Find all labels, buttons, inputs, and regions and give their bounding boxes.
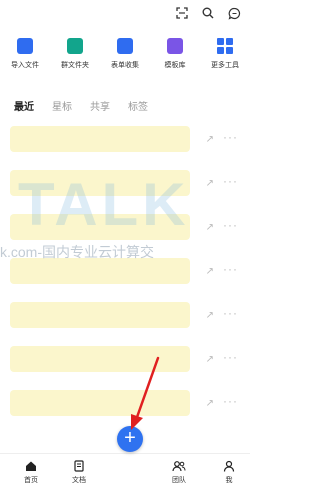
list-item[interactable]: ↗ ··· — [0, 164, 250, 208]
nav-docs[interactable]: 文档 — [64, 460, 94, 485]
import-icon — [17, 38, 33, 54]
tool-more-tools[interactable]: 更多工具 — [201, 38, 249, 78]
list-item[interactable]: ↗ ··· — [0, 208, 250, 252]
tool-label: 更多工具 — [211, 62, 239, 69]
tool-label: 表单收集 — [111, 62, 139, 69]
tab-tags[interactable]: 标签 — [128, 98, 148, 113]
file-tabs: 最近 星标 共享 标签 — [14, 98, 148, 113]
list-item[interactable]: ↗ ··· — [0, 340, 250, 384]
nav-label: 团队 — [172, 477, 186, 484]
redacted-content — [10, 170, 190, 196]
nav-team[interactable]: 团队 — [164, 460, 194, 485]
list-item[interactable]: ↗ ··· — [0, 252, 250, 296]
form-icon — [117, 38, 133, 54]
nav-label: 文档 — [72, 477, 86, 484]
user-icon — [223, 460, 235, 472]
share-icon[interactable]: ↗ — [206, 178, 214, 189]
share-icon[interactable]: ↗ — [206, 310, 214, 321]
doc-icon — [74, 460, 84, 472]
top-bar — [0, 0, 250, 28]
nav-home[interactable]: 首页 — [16, 460, 46, 485]
more-options-icon[interactable]: ··· — [223, 306, 238, 320]
quick-tools: 导入文件 群文件夹 表单收集 模板库 更多工具 — [0, 38, 250, 78]
list-item[interactable]: ↗ ··· — [0, 296, 250, 340]
tool-label: 导入文件 — [11, 62, 39, 69]
more-options-icon[interactable]: ··· — [223, 174, 238, 188]
tab-starred[interactable]: 星标 — [52, 98, 72, 113]
more-options-icon[interactable]: ··· — [223, 350, 238, 364]
redacted-content — [10, 390, 190, 416]
more-tools-icon — [217, 38, 233, 54]
share-icon[interactable]: ↗ — [206, 354, 214, 365]
redacted-content — [10, 214, 190, 240]
home-icon — [26, 461, 36, 471]
more-options-icon[interactable]: ··· — [223, 218, 238, 232]
tab-shared[interactable]: 共享 — [90, 98, 110, 113]
nav-label: 我 — [225, 477, 233, 484]
tool-template-library[interactable]: 模板库 — [151, 38, 199, 78]
search-icon[interactable] — [200, 5, 216, 21]
chat-icon[interactable] — [226, 5, 242, 21]
more-options-icon[interactable]: ··· — [223, 262, 238, 276]
tab-recent[interactable]: 最近 — [14, 98, 34, 113]
create-button[interactable]: + — [117, 426, 143, 452]
more-options-icon[interactable]: ··· — [223, 394, 238, 408]
list-item[interactable]: ↗ ··· — [0, 384, 250, 428]
tool-label: 模板库 — [164, 62, 186, 69]
tool-group-folder[interactable]: 群文件夹 — [51, 38, 99, 78]
team-icon — [172, 461, 186, 472]
share-icon[interactable]: ↗ — [206, 398, 214, 409]
tool-label: 群文件夹 — [61, 62, 89, 69]
more-options-icon[interactable]: ··· — [223, 130, 238, 144]
share-icon[interactable]: ↗ — [206, 266, 214, 277]
redacted-content — [10, 302, 190, 328]
nav-label: 首页 — [24, 477, 38, 484]
bottom-nav: 首页 文档 团队 我 — [0, 453, 250, 500]
redacted-content — [10, 346, 190, 372]
template-icon — [167, 38, 183, 54]
tool-form-collect[interactable]: 表单收集 — [101, 38, 149, 78]
group-folder-icon — [67, 38, 83, 54]
share-icon[interactable]: ↗ — [206, 222, 214, 233]
scan-icon[interactable] — [174, 5, 190, 21]
redacted-content — [10, 258, 190, 284]
list-item[interactable]: ↗ ··· — [0, 120, 250, 164]
nav-me[interactable]: 我 — [214, 460, 244, 485]
tool-import-file[interactable]: 导入文件 — [1, 38, 49, 78]
share-icon[interactable]: ↗ — [206, 134, 214, 145]
redacted-content — [10, 126, 190, 152]
